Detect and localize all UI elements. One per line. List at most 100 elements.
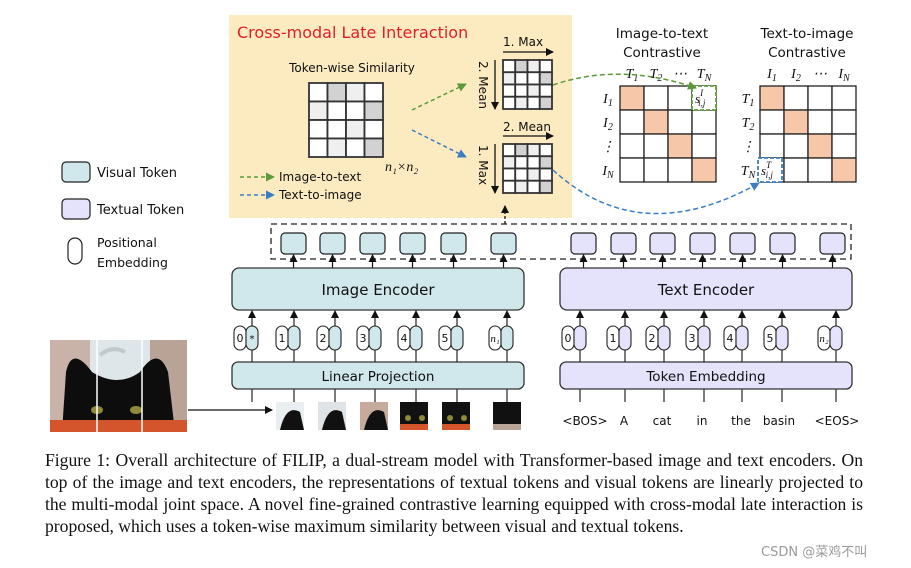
similarity-cell xyxy=(363,137,384,158)
similarity-cell xyxy=(514,71,529,86)
input-word: <BOS> xyxy=(562,414,607,428)
position-index: 5 xyxy=(767,332,774,345)
position-index: 4 xyxy=(401,332,408,345)
similarity-cell xyxy=(538,71,553,86)
position-index: 1 xyxy=(610,332,617,345)
t2i-title-line1: Text-to-image xyxy=(760,26,854,42)
similarity-cell xyxy=(502,155,517,170)
similarity-cell xyxy=(326,100,347,121)
visual-token xyxy=(440,232,467,255)
negative-pair-cell xyxy=(691,133,717,159)
positive-pair-cell xyxy=(619,85,645,111)
similarity-cell xyxy=(363,100,384,121)
similarity-cell xyxy=(526,143,541,158)
similarity-cell xyxy=(526,95,541,110)
input-token xyxy=(573,325,587,351)
position-index: 0 xyxy=(565,332,572,345)
t2i-title-line2: Contrastive xyxy=(768,45,846,61)
textual-token xyxy=(610,232,637,255)
positive-pair-cell xyxy=(643,109,669,135)
output-tokens xyxy=(280,232,846,268)
column-label-base: ⋯ xyxy=(673,67,687,82)
position-index: 3 xyxy=(360,332,367,345)
matrix-size-label: n₁×n₂ xyxy=(385,160,418,175)
similarity-cell xyxy=(514,143,529,158)
column-label-subscript: N xyxy=(842,73,851,84)
input-token xyxy=(328,325,342,351)
negative-pair-cell xyxy=(691,109,717,135)
similarity-cell xyxy=(345,137,366,158)
similarity-cell xyxy=(538,83,553,98)
similarity-cell xyxy=(526,167,541,182)
textual-token xyxy=(649,232,676,255)
figure-caption: Figure 1: Overall architecture of FILIP,… xyxy=(45,450,863,536)
similarity-cell xyxy=(538,59,553,74)
linear-projection-label: Linear Projection xyxy=(321,369,434,385)
positive-pair-cell xyxy=(759,85,785,111)
negative-pair-cell xyxy=(667,85,693,111)
negative-pair-cell xyxy=(759,109,785,135)
negative-pair-cell xyxy=(667,157,693,183)
position-index: 2 xyxy=(649,332,656,345)
negative-pair-cell xyxy=(759,133,785,159)
input-word: A xyxy=(620,414,629,428)
visual-token xyxy=(359,232,386,255)
text-to-image-reduction-matrix xyxy=(502,143,553,194)
negative-pair-cell xyxy=(783,133,809,159)
similarity-cell xyxy=(514,83,529,98)
filip-architecture-diagram: Cross-modal Late Interaction Token-wise … xyxy=(50,15,860,432)
input-token xyxy=(409,325,423,351)
input-token xyxy=(500,325,514,351)
text-encoder-label: Text Encoder xyxy=(657,281,755,299)
visual-token-swatch xyxy=(61,161,91,183)
top-step1-label: 1. Max xyxy=(503,35,543,49)
image-to-text-contrastive-matrix: T1 T2 ⋯ TNI1I2⋮INsI i,j xyxy=(601,67,717,183)
negative-pair-cell xyxy=(783,157,809,183)
watermark: CSDN @菜鸡不叫 xyxy=(761,545,868,560)
similarity-cell xyxy=(308,137,329,158)
row-label-subscript: 2 xyxy=(749,122,754,133)
column-label-subscript: 1 xyxy=(772,73,777,84)
negative-pair-cell xyxy=(619,109,645,135)
positive-pair-cell xyxy=(691,157,717,183)
row-label: I1 xyxy=(602,92,613,109)
similarity-cell xyxy=(326,137,347,158)
i2t-title-line2: Contrastive xyxy=(623,45,701,61)
similarity-cell xyxy=(345,100,366,121)
negative-pair-cell xyxy=(831,133,857,159)
negative-pair-cell xyxy=(807,157,833,183)
panel-title: Cross-modal Late Interaction xyxy=(237,23,468,42)
negative-pair-cell xyxy=(831,85,857,111)
input-token xyxy=(829,325,843,351)
negative-pair-cell xyxy=(643,157,669,183)
cls-token-mark: * xyxy=(250,334,255,345)
legend-image-to-text: Image-to-text xyxy=(279,170,361,184)
row-label-base: ⋮ xyxy=(601,140,615,155)
row-label-base: ⋮ xyxy=(741,140,755,155)
input-word: <EOS> xyxy=(815,414,860,428)
bottom-step2-label: 2. Mean xyxy=(503,120,551,134)
similarity-cell xyxy=(538,155,553,170)
position-index: n₂ xyxy=(819,333,829,345)
position-index: 1 xyxy=(279,332,286,345)
positive-pair-cell xyxy=(807,133,833,159)
position-index: 4 xyxy=(727,332,734,345)
negative-pair-cell xyxy=(807,109,833,135)
late-interaction-panel: Cross-modal Late Interaction Token-wise … xyxy=(229,15,572,218)
similarity-cell xyxy=(308,82,329,103)
column-label-base: ⋯ xyxy=(813,67,827,82)
negative-pair-cell xyxy=(667,109,693,135)
input-token xyxy=(735,325,749,351)
position-index: 2 xyxy=(320,332,327,345)
visual-token xyxy=(280,232,307,255)
input-token xyxy=(657,325,671,351)
input-word: cat xyxy=(653,414,672,428)
legend-textual-token: Textual Token xyxy=(96,203,184,218)
input-token xyxy=(450,325,464,351)
similarity-cell xyxy=(514,167,529,182)
negative-pair-cell xyxy=(643,85,669,111)
similarity-cell xyxy=(502,167,517,182)
column-label-subscript: N xyxy=(704,73,713,84)
similarity-cell xyxy=(502,59,517,74)
token-embedding-label: Token Embedding xyxy=(645,369,765,385)
